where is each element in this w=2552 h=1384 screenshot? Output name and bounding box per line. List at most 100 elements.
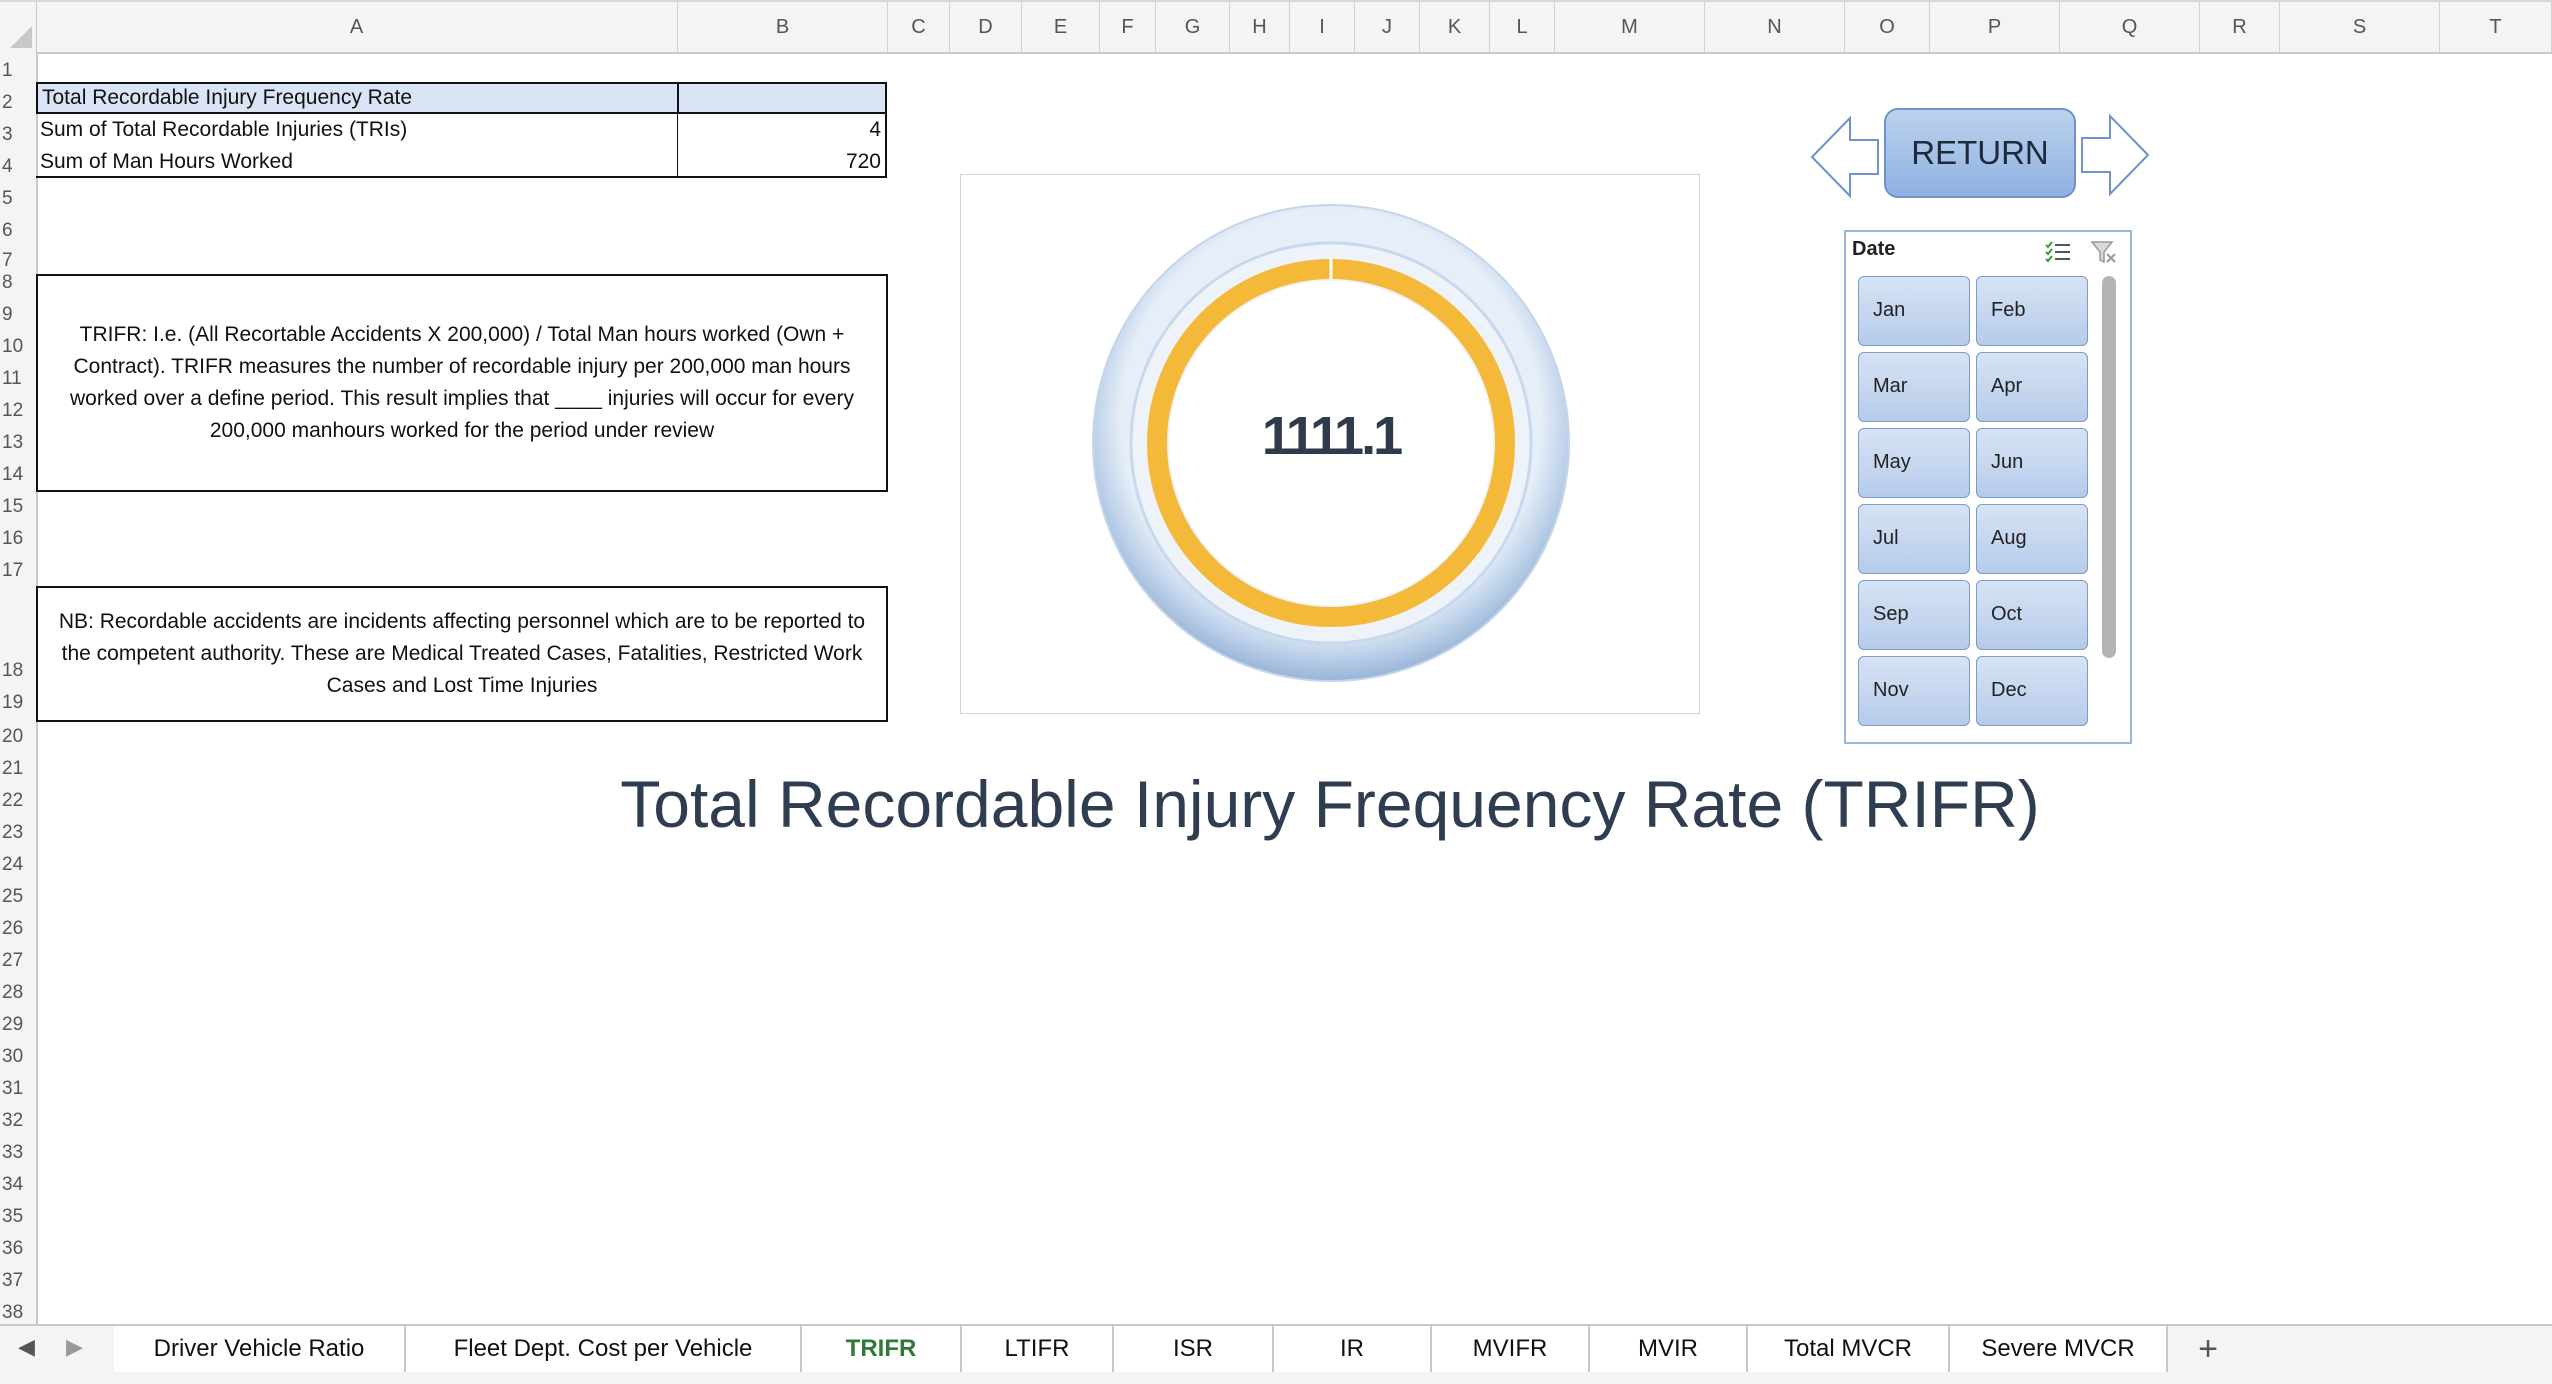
sheet-tab-total-mvcr[interactable]: Total MVCR: [1748, 1326, 1950, 1372]
column-header-d[interactable]: D: [950, 2, 1022, 52]
column-header-i[interactable]: I: [1290, 2, 1355, 52]
column-header-a[interactable]: A: [36, 2, 678, 52]
column-header-r[interactable]: R: [2200, 2, 2280, 52]
row-header-2[interactable]: 2: [0, 92, 36, 114]
column-header-e[interactable]: E: [1022, 2, 1100, 52]
slicer-item-sep[interactable]: Sep: [1858, 580, 1970, 650]
row-header-35[interactable]: 35: [0, 1206, 36, 1228]
column-header-n[interactable]: N: [1705, 2, 1845, 52]
row-header-13[interactable]: 13: [0, 432, 36, 454]
column-header-m[interactable]: M: [1555, 2, 1705, 52]
row-header-26[interactable]: 26: [0, 918, 36, 940]
column-header-q[interactable]: Q: [2060, 2, 2200, 52]
sheet-tab-ltifr[interactable]: LTIFR: [962, 1326, 1114, 1372]
slicer-item-mar[interactable]: Mar: [1858, 352, 1970, 422]
return-button[interactable]: RETURN: [1884, 108, 2076, 198]
sheet-tab-ir[interactable]: IR: [1274, 1326, 1432, 1372]
sheet-tab-fleet-dept-cost-per-vehicle[interactable]: Fleet Dept. Cost per Vehicle: [406, 1326, 802, 1372]
sheet-tab-trifr[interactable]: TRIFR: [802, 1326, 962, 1372]
column-header-s[interactable]: S: [2280, 2, 2440, 52]
row-header-29[interactable]: 29: [0, 1014, 36, 1036]
row-header-34[interactable]: 34: [0, 1174, 36, 1196]
sheet-tab-mvifr[interactable]: MVIFR: [1432, 1326, 1590, 1372]
slicer-item-jun[interactable]: Jun: [1976, 428, 2088, 498]
column-header-k[interactable]: K: [1420, 2, 1490, 52]
row-header-37[interactable]: 37: [0, 1270, 36, 1292]
row-header-4[interactable]: 4: [0, 156, 36, 178]
table-header-label[interactable]: Total Recordable Injury Frequency Rate: [36, 82, 678, 114]
row-header-11[interactable]: 11: [0, 368, 36, 390]
row-header-38[interactable]: 38: [0, 1302, 36, 1324]
select-all-corner[interactable]: [0, 2, 37, 52]
sheet-tab-severe-mvcr[interactable]: Severe MVCR: [1950, 1326, 2168, 1372]
tri-sum-label[interactable]: Sum of Total Recordable Injuries (TRIs): [36, 114, 678, 146]
row-header-21[interactable]: 21: [0, 758, 36, 780]
sheet-tab-mvir[interactable]: MVIR: [1590, 1326, 1748, 1372]
slicer-item-nov[interactable]: Nov: [1858, 656, 1970, 726]
slicer-item-apr[interactable]: Apr: [1976, 352, 2088, 422]
trifr-definition-box[interactable]: TRIFR: I.e. (All Recortable Accidents X …: [36, 274, 888, 492]
column-header-b[interactable]: B: [678, 2, 888, 52]
trifr-gauge-chart[interactable]: 1111.1: [960, 174, 1700, 714]
row-header-14[interactable]: 14: [0, 464, 36, 486]
slicer-scrollbar[interactable]: [2102, 276, 2116, 658]
row-header-10[interactable]: 10: [0, 336, 36, 358]
add-sheet-button[interactable]: +: [2168, 1326, 2248, 1372]
row-header-5[interactable]: 5: [0, 188, 36, 210]
row-header-17[interactable]: 17: [0, 560, 36, 582]
prev-sheet-icon[interactable]: ◀: [18, 1334, 35, 1360]
row-header-32[interactable]: 32: [0, 1110, 36, 1132]
row-header-25[interactable]: 25: [0, 886, 36, 908]
column-header-t[interactable]: T: [2440, 2, 2552, 52]
sheet-tab-isr[interactable]: ISR: [1114, 1326, 1274, 1372]
row-header-8[interactable]: 8: [0, 272, 36, 294]
row-header-24[interactable]: 24: [0, 854, 36, 876]
row-header-1[interactable]: 1: [0, 60, 36, 82]
row-header-27[interactable]: 27: [0, 950, 36, 972]
column-header-p[interactable]: P: [1930, 2, 2060, 52]
sheet-tab-driver-vehicle-ratio[interactable]: Driver Vehicle Ratio: [114, 1326, 406, 1372]
clear-filter-icon[interactable]: [2090, 240, 2118, 264]
slicer-item-oct[interactable]: Oct: [1976, 580, 2088, 650]
recordable-note-box[interactable]: NB: Recordable accidents are incidents a…: [36, 586, 888, 722]
row-header-20[interactable]: 20: [0, 726, 36, 748]
date-slicer[interactable]: Date Jan Feb Mar Apr May Jun Jul Aug Sep Oct Nov De…: [1844, 230, 2132, 744]
row-header-23[interactable]: 23: [0, 822, 36, 844]
row-header-33[interactable]: 33: [0, 1142, 36, 1164]
column-header-f[interactable]: F: [1100, 2, 1156, 52]
row-header-31[interactable]: 31: [0, 1078, 36, 1100]
row-header-9[interactable]: 9: [0, 304, 36, 326]
column-header-h[interactable]: H: [1230, 2, 1290, 52]
row-header-15[interactable]: 15: [0, 496, 36, 518]
slicer-item-may[interactable]: May: [1858, 428, 1970, 498]
row-header-28[interactable]: 28: [0, 982, 36, 1004]
row-header-16[interactable]: 16: [0, 528, 36, 550]
slicer-item-feb[interactable]: Feb: [1976, 276, 2088, 346]
row-header-22[interactable]: 22: [0, 790, 36, 812]
man-hours-value[interactable]: 720: [677, 146, 887, 178]
row-header-30[interactable]: 30: [0, 1046, 36, 1068]
tri-sum-value[interactable]: 4: [677, 114, 887, 146]
table-header-value[interactable]: [677, 82, 887, 114]
row-header-18[interactable]: 18: [0, 660, 36, 682]
row-header-12[interactable]: 12: [0, 400, 36, 422]
row-header-3[interactable]: 3: [0, 124, 36, 146]
slicer-item-aug[interactable]: Aug: [1976, 504, 2088, 574]
right-arrow-icon[interactable]: [2078, 112, 2150, 198]
man-hours-label[interactable]: Sum of Man Hours Worked: [36, 146, 678, 178]
next-sheet-icon[interactable]: ▶: [66, 1334, 83, 1360]
slicer-item-jul[interactable]: Jul: [1858, 504, 1970, 574]
column-header-c[interactable]: C: [888, 2, 950, 52]
column-header-g[interactable]: G: [1156, 2, 1230, 52]
multi-select-icon[interactable]: [2044, 240, 2072, 264]
row-header-19[interactable]: 19: [0, 692, 36, 714]
slicer-item-jan[interactable]: Jan: [1858, 276, 1970, 346]
slicer-item-dec[interactable]: Dec: [1976, 656, 2088, 726]
row-header-36[interactable]: 36: [0, 1238, 36, 1260]
column-header-l[interactable]: L: [1490, 2, 1555, 52]
row-header-7[interactable]: 7: [0, 250, 36, 272]
row-header-6[interactable]: 6: [0, 220, 36, 242]
column-header-o[interactable]: O: [1845, 2, 1930, 52]
left-arrow-icon[interactable]: [1810, 114, 1882, 200]
column-header-j[interactable]: J: [1355, 2, 1420, 52]
